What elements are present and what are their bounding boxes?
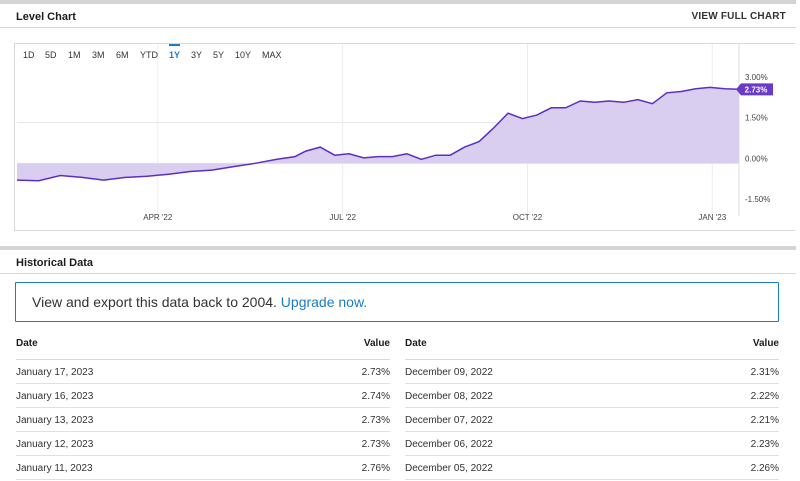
row-date: December 06, 2022 [405,439,493,450]
historical-title: Historical Data [16,257,94,269]
level-chart: 3.00% 1.50% 0.00% -1.50% APR '22 JUL '22 OCT '… [14,43,795,231]
y-tick-label: 0.00% [745,154,768,163]
row-date: December 07, 2022 [405,415,493,426]
table-row: December 08, 2022 2.22% [405,384,779,408]
date-column-header: Date [405,338,427,349]
table-row: January 11, 2023 2.76% [16,456,390,480]
historical-header: Historical Data [0,250,796,274]
row-value: 2.31% [750,367,779,378]
level-chart-title: Level Chart [16,11,76,23]
range-tab-1m[interactable]: 1M [68,50,81,60]
view-full-chart-link[interactable]: VIEW FULL CHART [692,11,786,22]
current-value-label: 2.73% [745,85,768,94]
range-tab-5d[interactable]: 5D [45,50,57,60]
range-tab-ytd[interactable]: YTD [140,50,158,60]
x-tick-label: OCT '22 [513,213,543,222]
row-date: January 13, 2023 [16,415,94,426]
table-row: December 05, 2022 2.26% [405,456,779,480]
level-chart-header: Level Chart VIEW FULL CHART [0,4,796,28]
upgrade-banner-text: View and export this data back to 2004. … [32,294,367,310]
range-tab-max[interactable]: MAX [262,50,282,60]
row-value: 2.21% [750,415,779,426]
row-value: 2.73% [361,439,390,450]
y-tick-label: 1.50% [745,114,768,123]
y-tick-label: -1.50% [745,195,770,204]
row-date: January 16, 2023 [16,391,94,402]
upgrade-now-link[interactable]: Upgrade now. [281,294,367,310]
row-value: 2.26% [750,463,779,474]
table-row: December 06, 2022 2.23% [405,432,779,456]
y-tick-label: 3.00% [745,73,768,82]
historical-table-left: Date Value January 17, 2023 2.73% January… [16,334,390,480]
value-column-header: Value [752,338,779,349]
table-row: January 17, 2023 2.73% [16,360,390,384]
x-tick-label: APR '22 [143,213,173,222]
row-date: January 17, 2023 [16,367,94,378]
row-value: 2.74% [361,391,390,402]
row-date: December 09, 2022 [405,367,493,378]
range-tab-1y[interactable]: 1Y [169,44,181,60]
row-value: 2.23% [750,439,779,450]
row-value: 2.73% [361,367,390,378]
table-row: January 16, 2023 2.74% [16,384,390,408]
range-tab-1d[interactable]: 1D [23,50,35,60]
historical-table-right: Date Value December 09, 2022 2.31% Decemb… [405,334,779,480]
range-tab-6m[interactable]: 6M [116,50,129,60]
date-column-header: Date [16,338,38,349]
row-date: January 12, 2023 [16,439,94,450]
chart-canvas: 3.00% 1.50% 0.00% -1.50% APR '22 JUL '22 OCT '… [16,44,773,222]
value-column-header: Value [363,338,390,349]
table-row: December 09, 2022 2.31% [405,360,779,384]
table-row: January 12, 2023 2.73% [16,432,390,456]
table-header: Date Value [16,334,390,360]
row-value: 2.76% [361,463,390,474]
row-date: December 05, 2022 [405,463,493,474]
row-value: 2.73% [361,415,390,426]
table-header: Date Value [405,334,779,360]
x-tick-label: JUL '22 [329,213,356,222]
range-tab-3m[interactable]: 3M [92,50,105,60]
range-tab-5y[interactable]: 5Y [213,50,224,60]
range-tab-3y[interactable]: 3Y [191,50,202,60]
upgrade-message: View and export this data back to 2004. [32,294,277,310]
row-value: 2.22% [750,391,779,402]
table-row: January 13, 2023 2.73% [16,408,390,432]
upgrade-banner: View and export this data back to 2004. … [15,282,779,322]
x-tick-label: JAN '23 [698,213,726,222]
table-row: December 07, 2022 2.21% [405,408,779,432]
row-date: January 11, 2023 [16,463,93,474]
range-tab-10y[interactable]: 10Y [235,50,251,60]
row-date: December 08, 2022 [405,391,493,402]
